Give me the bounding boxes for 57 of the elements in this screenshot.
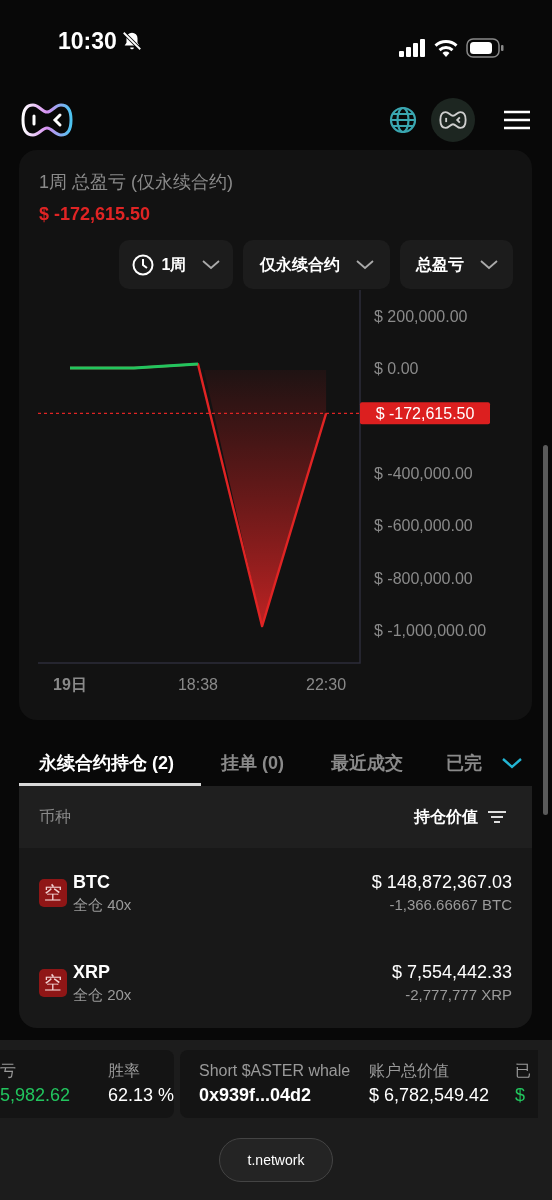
current-price-label: $ -172,615.50 [360,402,490,425]
y-tick-label: $ -400,000.00 [374,464,473,482]
coin-symbol: XRP [73,961,111,984]
profile-button[interactable] [431,98,475,142]
column-header: 币种 [39,807,71,827]
y-tick-label: $ 0.00 [374,360,419,377]
y-tick-label: $ -800,000.00 [374,569,473,587]
x-tick-label: 18:38 [178,676,218,693]
stat-value: 0x939f...04d2 [199,1084,313,1107]
tab[interactable]: 最近成交 [311,740,426,786]
stat-label: 已 [515,1061,532,1081]
card-title: 1周 总盈亏 (仅永续合约) [39,171,234,194]
wifi-icon [434,39,458,57]
position-value: $ 148,872,367.03 [371,871,512,894]
filter-icon [488,810,506,824]
filter-dropdown[interactable]: 1周 [119,240,233,289]
chevron-down-icon [479,259,498,270]
clock-time: 10:30 [58,26,117,56]
url-pill[interactable]: t.network [219,1138,333,1182]
clock-icon [131,253,154,276]
filter-dropdown[interactable]: 总盈亏 [400,240,513,289]
signal-icon [399,39,426,57]
x-tick-label: 19日 [53,676,87,693]
margin-mode: 全仓 40x [73,895,132,915]
bell-slash-icon [120,29,143,52]
stat-label: 胜率 [108,1061,141,1081]
x-tick-label: 22:30 [306,676,347,693]
chevron-down-icon [355,259,374,270]
tab[interactable]: 已完 [426,740,489,786]
chevron-down-icon [202,259,221,270]
stat-value: 62.13 % [108,1084,176,1107]
y-tick-label: $ -1,000,000.00 [374,622,487,639]
tab[interactable]: 挂单 (0) [201,740,311,786]
position-size: -1,366.66667 BTC [389,895,512,915]
filter-dropdown[interactable]: 仅永续合约 [243,240,390,289]
stat-label: 亏 [0,1061,17,1081]
stat-value: $ [515,1084,526,1107]
margin-mode: 全仓 20x [73,985,132,1005]
globe-icon[interactable] [389,106,417,134]
y-tick-label: $ -600,000.00 [374,517,473,535]
side-badge: 空 [39,969,67,997]
stat-label: Short $ASTER whale [199,1061,352,1081]
stat-value: 5,982.62 [0,1084,72,1107]
battery-icon [466,38,504,58]
y-tick-label: $ 200,000.00 [374,307,468,325]
menu-icon[interactable] [503,110,531,130]
logo-icon [21,101,73,139]
coin-symbol: BTC [73,871,111,894]
stat-value: $ 6,782,549.42 [369,1084,491,1107]
pnl-value: $ -172,615.50 [39,203,152,226]
side-badge: 空 [39,879,67,907]
sort-button[interactable]: 持仓价值 [414,805,512,829]
position-value: $ 7,554,442.33 [391,961,512,984]
chevron-down-icon[interactable] [501,756,523,770]
gamepad-icon [438,110,468,130]
position-size: -2,777,777 XRP [405,985,512,1005]
stat-label: 账户总价值 [369,1061,450,1081]
